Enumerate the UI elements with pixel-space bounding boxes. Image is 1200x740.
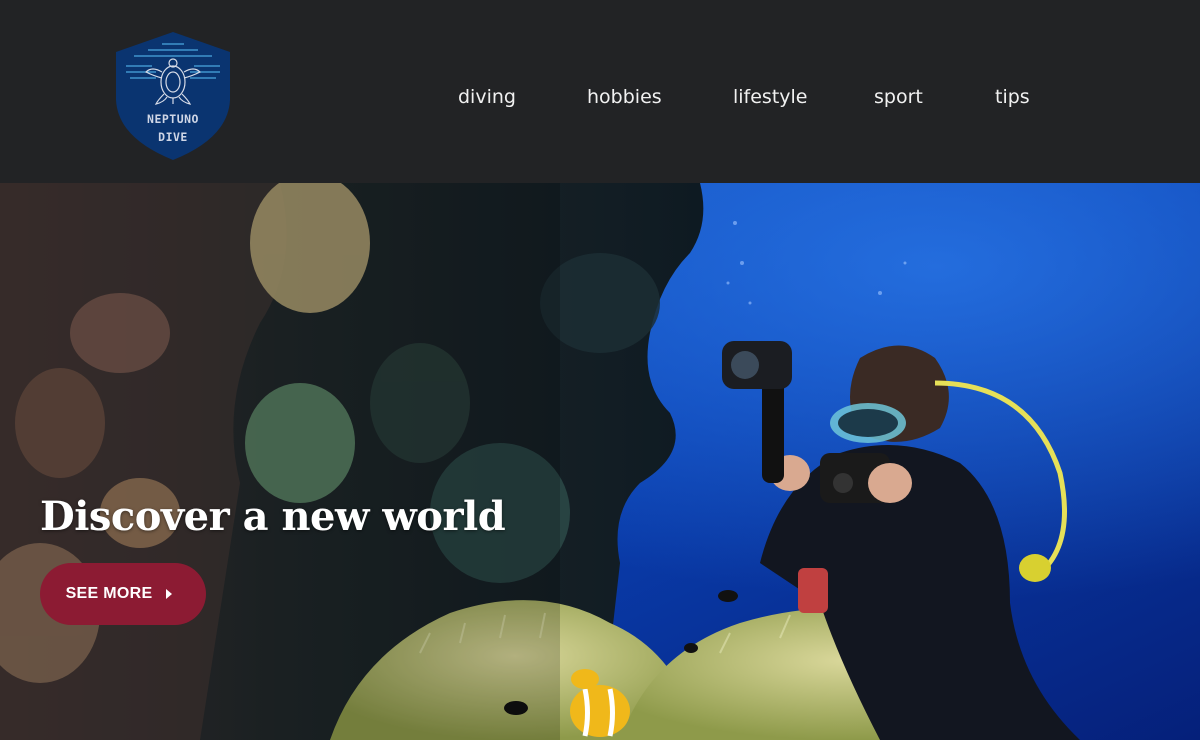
main-nav: diving hobbies lifestyle sport tips	[0, 84, 1200, 110]
nav-item-diving[interactable]: diving	[458, 84, 516, 110]
site-header: NEPTUNO DIVE diving hobbies lifestyle sp…	[0, 0, 1200, 183]
nav-item-hobbies[interactable]: hobbies	[587, 84, 662, 110]
brand-name-line1: NEPTUNO	[147, 112, 199, 126]
see-more-button[interactable]: SEE MORE	[40, 563, 206, 625]
hero-title: Discover a new world	[40, 493, 506, 540]
hero-section: Discover a new world	[0, 183, 1200, 740]
nav-item-tips[interactable]: tips	[995, 84, 1030, 110]
see-more-label: SEE MORE	[65, 585, 153, 602]
chevron-right-icon	[166, 589, 173, 599]
nav-item-lifestyle[interactable]: lifestyle	[733, 84, 808, 110]
brand-name-line2: DIVE	[158, 130, 188, 144]
nav-item-sport[interactable]: sport	[874, 84, 923, 110]
brand-name: NEPTUNO DIVE	[112, 110, 234, 146]
hero-image	[0, 183, 1200, 740]
